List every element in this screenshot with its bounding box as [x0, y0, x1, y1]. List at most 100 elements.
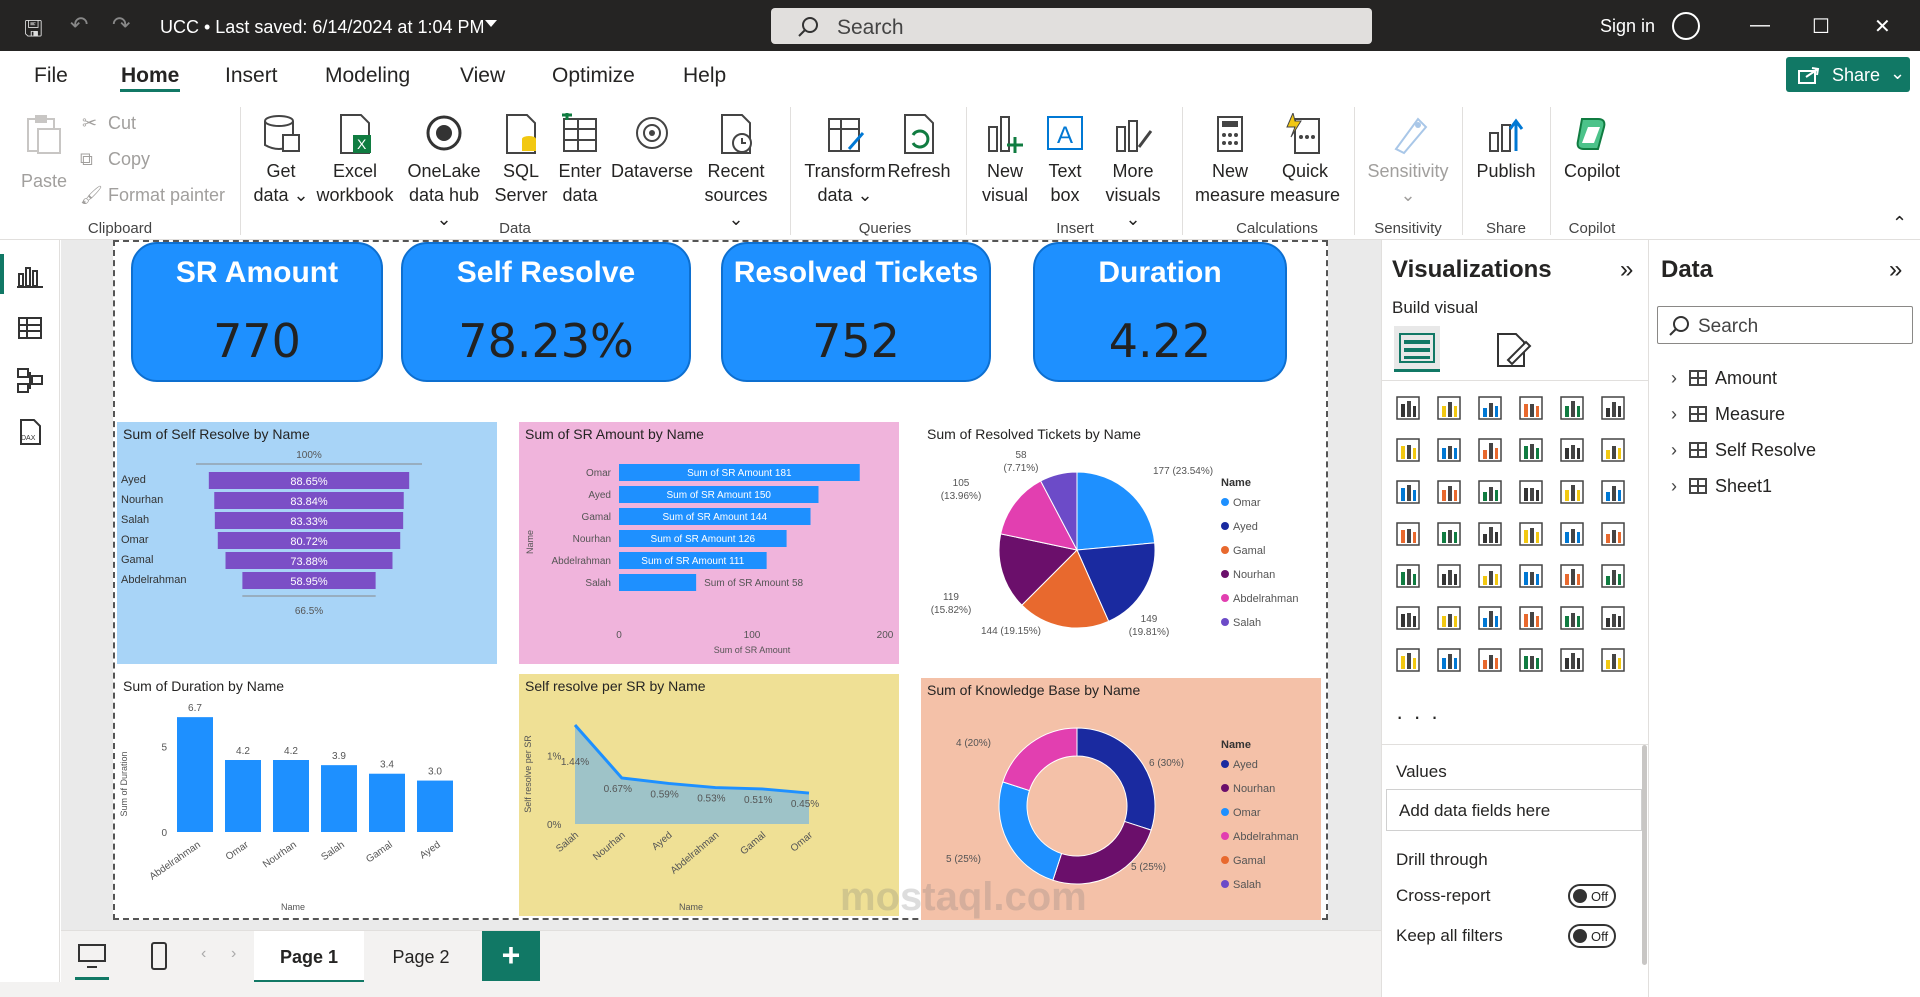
desktop-layout-icon[interactable]	[77, 943, 107, 969]
data-table-item[interactable]: › Amount	[1671, 368, 1777, 389]
card-visual-icon[interactable]	[1599, 520, 1627, 548]
mobile-layout-icon[interactable]	[149, 941, 169, 971]
key-influencers-visual-icon[interactable]	[1435, 604, 1463, 632]
kpi-visual-icon[interactable]	[1435, 562, 1463, 590]
table-visual-icon[interactable]	[1517, 562, 1545, 590]
stacked-column-visual-icon[interactable]	[1435, 394, 1463, 422]
tab-modeling[interactable]: Modeling	[325, 64, 410, 88]
chart-duration-column[interactable]: 0 5 6.7 Abdelrahman 4.2 Omar 4.2 Nourhan 3.9 Sala…	[117, 674, 497, 916]
recent-sources-button[interactable]: Recent sources ⌄	[696, 113, 776, 231]
chart-sr-amount-bar[interactable]: Sum of SR Amount 181 Omar Sum of SR Amount…	[519, 422, 899, 664]
copilot-button[interactable]: Copilot	[1556, 113, 1628, 183]
filled-map-visual-icon[interactable]	[1476, 520, 1504, 548]
refresh-button[interactable]: Refresh	[886, 113, 952, 183]
avatar-icon[interactable]	[1672, 12, 1700, 40]
tab-file[interactable]: File	[34, 64, 68, 88]
data-table-item[interactable]: › Sheet1	[1671, 476, 1772, 497]
redo-icon[interactable]: ↷	[112, 12, 130, 38]
line-visual-icon[interactable]	[1394, 436, 1422, 464]
area-visual-icon[interactable]	[1435, 436, 1463, 464]
100-bar-visual-icon[interactable]	[1558, 394, 1586, 422]
scatter-visual-icon[interactable]	[1517, 478, 1545, 506]
data-search-input[interactable]: Search	[1657, 306, 1913, 344]
kpi-card-sr-amount[interactable]: SR Amount 770	[131, 242, 383, 382]
tab-home[interactable]: Home	[121, 64, 179, 88]
decomposition-tree-visual-icon[interactable]	[1476, 604, 1504, 632]
collapse-pane-icon[interactable]: »	[1620, 256, 1633, 284]
transform-data-button[interactable]: Transform data ⌄	[800, 113, 890, 207]
publish-button[interactable]: Publish	[1470, 113, 1542, 183]
kpi-card-duration[interactable]: Duration 4.22	[1033, 242, 1287, 382]
line-column-visual-icon[interactable]	[1558, 436, 1586, 464]
kpi-card-self-resolve[interactable]: Self Resolve 78.23%	[401, 242, 691, 382]
matrix-visual-icon[interactable]	[1558, 562, 1586, 590]
build-visual-tab[interactable]	[1394, 326, 1440, 372]
combo-visual-icon[interactable]	[1435, 478, 1463, 506]
tab-help[interactable]: Help	[683, 64, 726, 88]
tab-optimize[interactable]: Optimize	[552, 64, 635, 88]
more-visuals-button[interactable]: More visuals ⌄	[1096, 113, 1170, 231]
multi-row-card-visual-icon[interactable]	[1394, 562, 1422, 590]
donut-visual-icon[interactable]	[1599, 478, 1627, 506]
sensitivity-button[interactable]: Sensitivity ⌄	[1362, 113, 1454, 207]
qa-visual-icon[interactable]	[1517, 604, 1545, 632]
paginated-visual-icon[interactable]	[1558, 604, 1586, 632]
share-button[interactable]: Share ⌄	[1786, 57, 1910, 92]
data-table-item[interactable]: › Self Resolve	[1671, 440, 1816, 461]
chart-self-resolve-funnel[interactable]: 100% 88.65% Ayed 83.84% Nourhan 83.33% Salah 80…	[117, 422, 497, 664]
pie-visual-icon[interactable]	[1558, 478, 1586, 506]
map-visual-icon[interactable]	[1435, 520, 1463, 548]
save-icon[interactable]: 🖫	[24, 12, 43, 50]
paste-button[interactable]: Paste	[16, 113, 72, 191]
r-visual-visual-icon[interactable]	[1599, 562, 1627, 590]
maximize-icon[interactable]: ☐	[1812, 14, 1830, 39]
stacked-area-visual-icon[interactable]	[1476, 436, 1504, 464]
pane-scrollbar[interactable]	[1642, 745, 1647, 965]
onelake-button[interactable]: OneLake data hub ⌄	[400, 113, 488, 231]
copy-button[interactable]: Copy	[108, 149, 150, 170]
report-view-icon[interactable]	[16, 262, 44, 290]
line-stacked-column-visual-icon[interactable]	[1599, 436, 1627, 464]
collapse-pane-icon[interactable]: »	[1889, 256, 1902, 284]
table-view-icon[interactable]	[16, 314, 44, 342]
prev-page-icon[interactable]: ‹	[201, 945, 206, 963]
arcgis-visual-icon[interactable]	[1517, 646, 1545, 674]
stacked-bar-visual-icon[interactable]	[1394, 394, 1422, 422]
excel-workbook-button[interactable]: X Excel workbook	[314, 113, 396, 207]
get-data-button[interactable]: Get data ⌄	[250, 113, 312, 207]
format-visual-icon[interactable]	[1492, 330, 1532, 370]
sign-in-link[interactable]: Sign in	[1600, 16, 1655, 37]
waterfall-visual-icon[interactable]	[1394, 478, 1422, 506]
slicer-visual-icon[interactable]	[1476, 562, 1504, 590]
undo-icon[interactable]: ↶	[70, 12, 88, 38]
treemap-visual-icon[interactable]	[1394, 520, 1422, 548]
global-search-input[interactable]: Search	[771, 8, 1372, 44]
dax-query-view-icon[interactable]: DAX	[16, 418, 44, 446]
clustered-column-visual-icon[interactable]	[1517, 394, 1545, 422]
smart-narrative-visual-icon[interactable]	[1599, 646, 1627, 674]
format-painter-button[interactable]: Format painter	[108, 185, 225, 206]
chart-resolved-tickets-pie[interactable]: 177 (23.54%) 149 (19.81%) 144 (19.15%) 119 (1…	[921, 422, 1321, 664]
narrative-visual-icon[interactable]	[1394, 646, 1422, 674]
100-column-visual-icon[interactable]	[1599, 394, 1627, 422]
metrics-visual-icon[interactable]	[1435, 646, 1463, 674]
tab-insert[interactable]: Insert	[225, 64, 278, 88]
add-data-fields-well[interactable]: Add data fields here	[1386, 789, 1642, 831]
new-visual-button[interactable]: New visual	[976, 113, 1034, 207]
gauge-visual-icon[interactable]	[1558, 520, 1586, 548]
add-page-button[interactable]: +	[482, 931, 540, 981]
clustered-bar-visual-icon[interactable]	[1476, 394, 1504, 422]
dataverse-button[interactable]: Dataverse	[610, 113, 694, 183]
cut-button[interactable]: Cut	[108, 113, 136, 134]
ribbon-visual-icon[interactable]	[1517, 436, 1545, 464]
model-view-icon[interactable]	[16, 366, 44, 394]
collapse-ribbon-icon[interactable]: ⌃	[1892, 213, 1907, 234]
quick-measure-button[interactable]: Quick measure	[1266, 113, 1344, 207]
tab-page-2[interactable]: Page 2	[371, 931, 471, 983]
cross-report-toggle[interactable]: Off	[1568, 884, 1616, 908]
enter-data-button[interactable]: Enter data	[552, 113, 608, 207]
funnel-visual-icon[interactable]	[1476, 478, 1504, 506]
power-apps-visual-icon[interactable]	[1476, 646, 1504, 674]
next-page-icon[interactable]: ›	[231, 945, 236, 963]
data-table-item[interactable]: › Measure	[1671, 404, 1785, 425]
